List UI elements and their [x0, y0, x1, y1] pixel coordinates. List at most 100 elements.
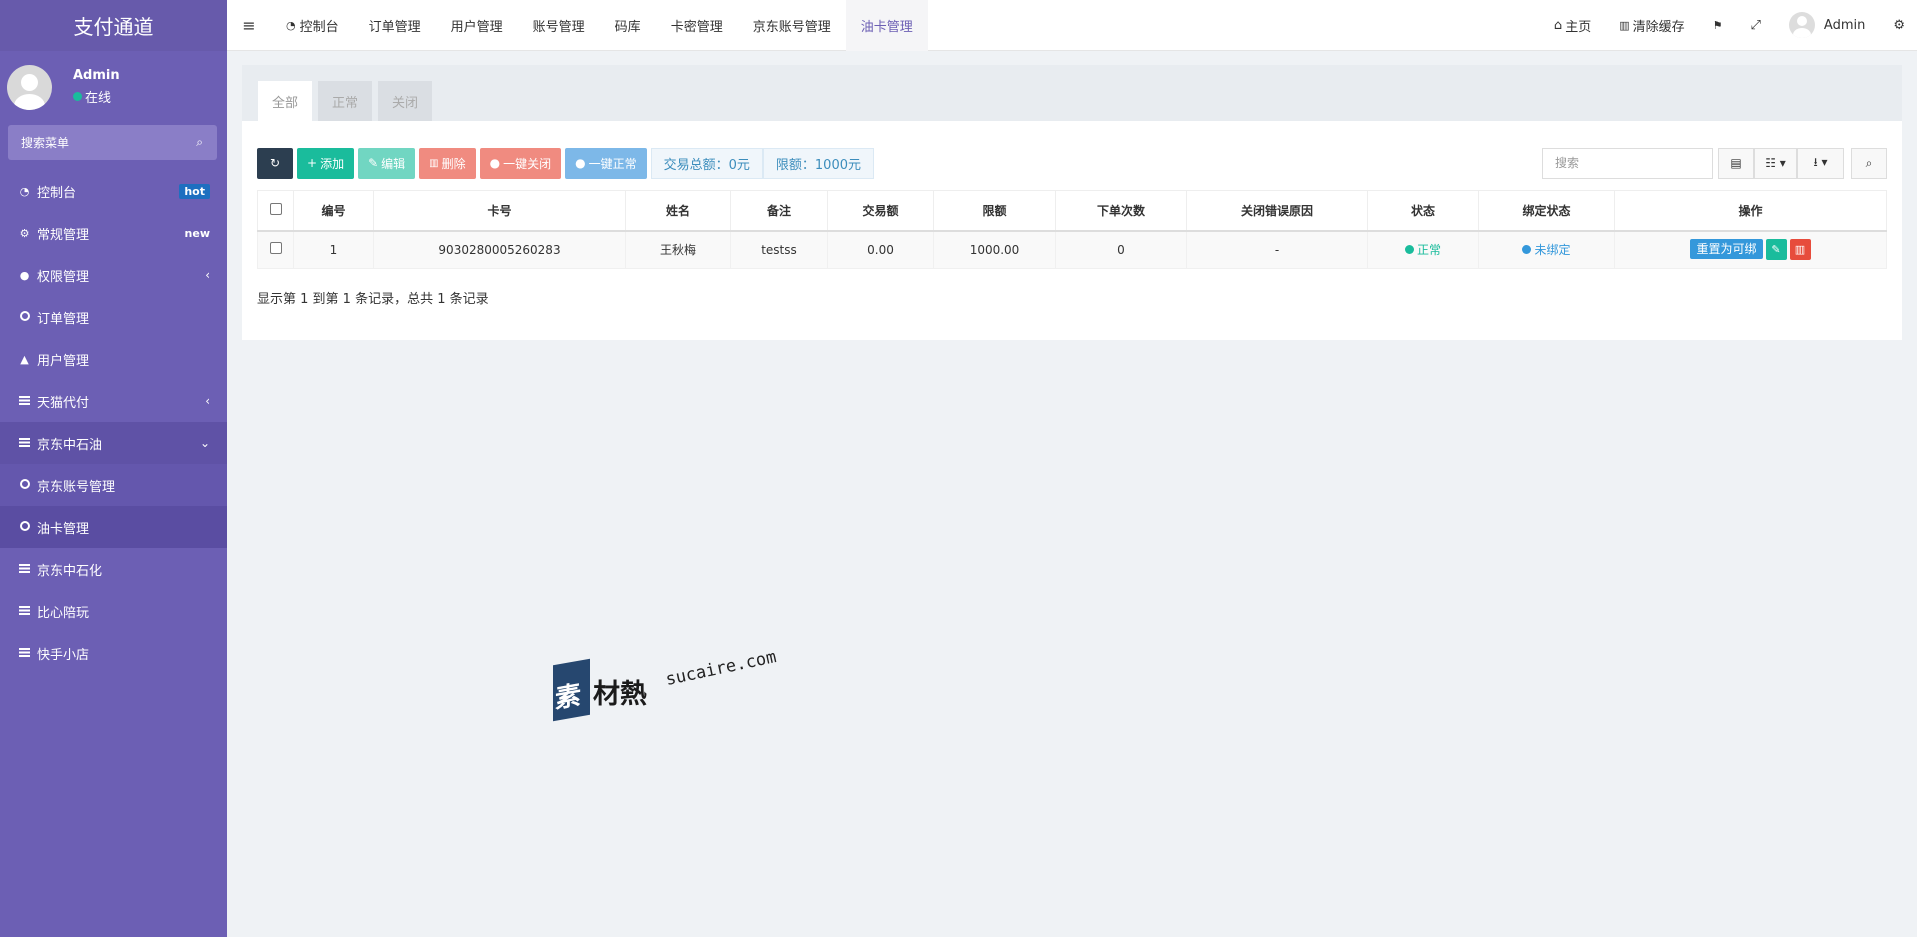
- cell-amount: 0.00: [827, 230, 934, 269]
- list-icon: [18, 647, 31, 660]
- tab-users[interactable]: 用户管理: [436, 0, 518, 51]
- advanced-search-button[interactable]: ⌕: [1851, 147, 1887, 179]
- sidebar-item-jd-sinopec[interactable]: 京东中石化: [0, 548, 227, 590]
- tab-all[interactable]: 全部: [258, 81, 313, 121]
- cell-limit: 1000.00: [933, 230, 1056, 269]
- column-header[interactable]: 状态: [1367, 190, 1479, 232]
- sidebar-item-label: 控制台: [37, 185, 77, 201]
- sidebar-item-oil-cards[interactable]: 油卡管理: [0, 506, 227, 548]
- tab-jd-accounts[interactable]: 京东账号管理: [738, 0, 846, 51]
- pagination-info: 显示第 1 到第 1 条记录，总共 1 条记录: [257, 292, 489, 307]
- menu-toggle-icon[interactable]: ≡: [227, 16, 271, 35]
- bind-status-badge[interactable]: 未绑定: [1522, 241, 1571, 258]
- online-dot-icon: [73, 92, 82, 101]
- list-icon: [18, 605, 31, 618]
- toggle-off-icon: ●: [489, 156, 501, 170]
- tab-orders[interactable]: 订单管理: [354, 0, 436, 51]
- sidebar-item-bixin[interactable]: 比心陪玩: [0, 590, 227, 632]
- sidebar-item-permissions[interactable]: ● 权限管理 ‹: [0, 254, 227, 296]
- columns-button[interactable]: ☷ ▾: [1754, 147, 1797, 179]
- list-icon: [18, 563, 31, 576]
- app-title[interactable]: 支付通道: [0, 0, 227, 51]
- sidebar-item-users[interactable]: ▲ 用户管理: [0, 338, 227, 380]
- status-tabs: 全部 正常 关闭: [242, 65, 1902, 121]
- column-header[interactable]: 编号: [293, 190, 374, 232]
- row-checkbox[interactable]: [269, 242, 282, 255]
- tab-dashboard[interactable]: ◔ 控制台: [271, 0, 354, 51]
- search-icon: ⌕: [1865, 155, 1873, 170]
- column-header[interactable]: 下单次数: [1055, 190, 1187, 232]
- sidebar-item-dashboard[interactable]: ◔ 控制台 hot: [0, 170, 227, 212]
- home-link[interactable]: ⌂ 主页: [1540, 16, 1605, 35]
- sidebar-item-orders[interactable]: 订单管理: [0, 296, 227, 338]
- sidebar-item-label: 天猫代付: [37, 395, 90, 411]
- cell-status[interactable]: 正常: [1367, 230, 1479, 269]
- row-edit-button[interactable]: ✎: [1765, 239, 1787, 261]
- column-header[interactable]: 关闭错误原因: [1186, 190, 1368, 232]
- status-label: 正常: [1416, 243, 1441, 258]
- cell-id: 1: [293, 230, 374, 269]
- sidebar-item-jd-accounts[interactable]: 京东账号管理: [0, 464, 227, 506]
- column-header: 操作: [1614, 190, 1887, 232]
- home-icon: ⌂: [1553, 17, 1563, 33]
- column-header[interactable]: 卡号: [373, 190, 626, 232]
- sidebar-item-label: 常规管理: [37, 227, 90, 243]
- export-icon: ⭳ ▾: [1813, 154, 1828, 169]
- add-button[interactable]: + 添加: [297, 147, 355, 179]
- status-dot-icon: [1404, 245, 1414, 255]
- sidebar-item-tmall[interactable]: 天猫代付 ‹: [0, 380, 227, 422]
- tab-label: 控制台: [299, 19, 339, 35]
- row-delete-button[interactable]: ▥: [1789, 239, 1811, 261]
- column-header[interactable]: 交易额: [827, 190, 934, 232]
- export-button[interactable]: ⭳ ▾: [1797, 147, 1844, 179]
- group-icon: ●: [19, 268, 30, 282]
- tab-accounts[interactable]: 账号管理: [518, 0, 600, 51]
- cell-bind-status[interactable]: 未绑定: [1478, 230, 1615, 269]
- toggle-on-icon: ●: [575, 156, 586, 170]
- reset-bindable-button[interactable]: 重置为可绑: [1690, 239, 1763, 260]
- status-badge[interactable]: 正常: [1404, 241, 1441, 258]
- column-header[interactable]: 姓名: [625, 190, 731, 232]
- sidebar-item-jd-petrochina[interactable]: 京东中石油 ⌄: [0, 422, 227, 464]
- normal-all-button[interactable]: ● 一键正常: [565, 147, 647, 179]
- sidebar-search-placeholder: 搜索菜单: [21, 136, 70, 150]
- table-search-input[interactable]: 搜索: [1542, 147, 1713, 179]
- column-header[interactable]: 备注: [730, 190, 828, 232]
- select-all-header[interactable]: [257, 190, 294, 232]
- select-all-checkbox[interactable]: [269, 202, 282, 215]
- sidebar: 支付通道 Admin 在线 搜索菜单 ⌕ ◔ 控制台 hot ⚙ 常规管理 ne…: [0, 0, 227, 937]
- sidebar-item-general[interactable]: ⚙ 常规管理 new: [0, 212, 227, 254]
- limit-info: 限额：1000元: [762, 147, 874, 179]
- fullscreen-button[interactable]: ⤢: [1737, 18, 1775, 33]
- tab-normal[interactable]: 正常: [318, 81, 373, 121]
- table-row[interactable]: 1 9030280005260283 王秋梅 testss 0.00 1000.…: [257, 230, 1887, 269]
- tab-card-secrets[interactable]: 卡密管理: [656, 0, 738, 51]
- clear-cache-button[interactable]: ▥ 清除缓存: [1605, 16, 1698, 35]
- column-header[interactable]: 绑定状态: [1478, 190, 1615, 232]
- table-search-placeholder: 搜索: [1555, 155, 1580, 170]
- sidebar-search-input[interactable]: 搜索菜单 ⌕: [8, 125, 217, 160]
- close-all-button[interactable]: ● 一键关闭: [479, 147, 562, 179]
- normal-all-label: 一键正常: [588, 156, 637, 171]
- tab-code-library[interactable]: 码库: [600, 0, 656, 51]
- settings-button[interactable]: ⚙: [1879, 18, 1905, 33]
- search-icon[interactable]: ⌕: [196, 135, 203, 150]
- tab-oil-cards[interactable]: 油卡管理: [845, 0, 928, 51]
- refresh-button[interactable]: ↻: [257, 147, 293, 179]
- language-button[interactable]: ⚑: [1699, 19, 1737, 32]
- hot-badge: hot: [179, 183, 210, 199]
- columns-icon: ☷ ▾: [1765, 156, 1786, 170]
- circle-o-icon: [18, 310, 31, 324]
- delete-button[interactable]: ▥ 删除: [419, 147, 476, 179]
- sidebar-item-kuaishou[interactable]: 快手小店: [0, 632, 227, 674]
- close-all-label: 一键关闭: [503, 156, 552, 171]
- sidebar-item-label: 权限管理: [37, 269, 90, 285]
- user-menu[interactable]: Admin: [1775, 12, 1879, 38]
- tab-label: 卡密管理: [670, 19, 723, 35]
- edit-button[interactable]: ✎ 编辑: [358, 147, 416, 179]
- toggle-view-button[interactable]: ▤: [1718, 147, 1754, 179]
- column-header[interactable]: 限额: [933, 190, 1056, 232]
- tab-closed[interactable]: 关闭: [378, 81, 433, 121]
- view-button-group: ▤ ☷ ▾ ⭳ ▾: [1718, 147, 1844, 179]
- row-select-cell[interactable]: [257, 230, 294, 269]
